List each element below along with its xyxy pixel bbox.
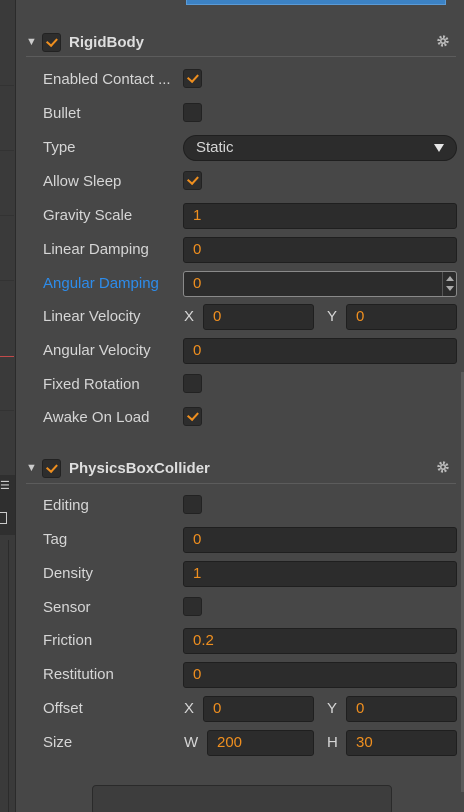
linear-velocity-y-label: Y <box>327 308 338 325</box>
size-w-input[interactable]: 200 <box>207 730 314 756</box>
row-offset: Offset X 0 Y 0 <box>43 692 463 726</box>
size-w-label: W <box>184 734 199 751</box>
row-angular-velocity: Angular Velocity 0 <box>43 334 463 368</box>
tag-label: Tag <box>43 531 68 548</box>
angular-velocity-label: Angular Velocity <box>43 342 151 359</box>
restitution-input[interactable]: 0 <box>183 662 457 688</box>
strip-line <box>0 280 14 281</box>
row-sensor: Sensor <box>43 591 463 625</box>
add-component-button[interactable] <box>92 785 392 812</box>
angular-velocity-input[interactable]: 0 <box>183 338 457 364</box>
stepper-up-icon[interactable] <box>446 276 454 281</box>
row-density: Density 1 <box>43 557 463 591</box>
section-separator <box>26 483 456 484</box>
linear-velocity-x-input[interactable]: 0 <box>203 304 314 330</box>
strip-line <box>0 215 14 216</box>
row-angular-damping: Angular Damping 0 <box>43 267 463 301</box>
stepper-down-icon[interactable] <box>446 286 454 291</box>
strip-line <box>0 150 14 151</box>
row-type: Type Static <box>43 131 463 165</box>
friction-label: Friction <box>43 632 93 649</box>
density-input[interactable]: 1 <box>183 561 457 587</box>
menu-icon[interactable]: ☰ <box>0 481 10 492</box>
allow-sleep-checkbox[interactable] <box>183 171 202 190</box>
physicsbox-title: PhysicsBoxCollider <box>69 459 210 477</box>
number-stepper[interactable] <box>442 272 456 296</box>
bullet-checkbox[interactable] <box>183 103 202 122</box>
row-size: Size W 200 H 30 <box>43 726 463 760</box>
rigidbody-header[interactable]: ▼ RigidBody <box>26 29 456 55</box>
type-select[interactable]: Static <box>183 135 457 161</box>
row-tag: Tag 0 <box>43 523 463 557</box>
offset-y-label: Y <box>327 700 338 717</box>
row-linear-damping: Linear Damping 0 <box>43 233 463 267</box>
rigidbody-title: RigidBody <box>69 33 144 51</box>
offset-y-input[interactable]: 0 <box>346 696 457 722</box>
left-panel-strip: ☰ <box>0 0 16 812</box>
restitution-label: Restitution <box>43 666 114 683</box>
sensor-checkbox[interactable] <box>183 597 202 616</box>
gravity-scale-input[interactable]: 1 <box>183 203 457 229</box>
row-enabled-contact: Enabled Contact ... <box>43 63 463 97</box>
section-separator <box>26 56 456 57</box>
gear-icon[interactable] <box>436 34 450 48</box>
editing-checkbox[interactable] <box>183 495 202 514</box>
strip-line <box>0 410 14 411</box>
fixed-rotation-label: Fixed Rotation <box>43 376 140 393</box>
linear-damping-label: Linear Damping <box>43 241 149 258</box>
awake-on-load-label: Awake On Load <box>43 409 150 426</box>
selected-field-top[interactable] <box>186 0 446 5</box>
row-awake-on-load: Awake On Load <box>43 401 463 435</box>
density-label: Density <box>43 565 94 582</box>
physicsbox-header[interactable]: ▼ PhysicsBoxCollider <box>26 455 456 481</box>
linear-velocity-label: Linear Velocity <box>43 308 141 325</box>
fixed-rotation-checkbox[interactable] <box>183 374 202 393</box>
enabled-contact-checkbox[interactable] <box>183 69 202 88</box>
row-friction: Friction 0.2 <box>43 624 463 658</box>
bullet-label: Bullet <box>43 105 81 122</box>
size-h-label: H <box>327 734 338 751</box>
tag-input[interactable]: 0 <box>183 527 457 553</box>
row-restitution: Restitution 0 <box>43 658 463 692</box>
row-gravity-scale: Gravity Scale 1 <box>43 199 463 233</box>
strip-line <box>0 85 14 86</box>
type-select-value: Static <box>196 139 234 156</box>
triangle-down-icon[interactable]: ▼ <box>26 36 40 48</box>
offset-label: Offset <box>43 700 83 717</box>
angular-damping-input[interactable]: 0 <box>183 271 457 297</box>
angular-damping-value: 0 <box>193 275 202 292</box>
box-icon[interactable] <box>0 512 7 524</box>
strip-red-line <box>0 356 14 357</box>
type-label: Type <box>43 139 76 156</box>
row-fixed-rotation: Fixed Rotation <box>43 368 463 402</box>
gravity-scale-label: Gravity Scale <box>43 207 133 224</box>
angular-damping-label: Angular Damping <box>43 275 159 292</box>
chevron-down-icon <box>434 144 444 152</box>
size-h-input[interactable]: 30 <box>346 730 457 756</box>
linear-damping-input[interactable]: 0 <box>183 237 457 263</box>
physicsbox-enabled-checkbox[interactable] <box>42 458 61 478</box>
triangle-down-icon[interactable]: ▼ <box>26 462 40 474</box>
allow-sleep-label: Allow Sleep <box>43 173 122 190</box>
inspector-panel: ▼ RigidBody Enabled Contact ... Bullet T… <box>16 0 464 812</box>
enabled-contact-label: Enabled Contact ... <box>43 71 171 88</box>
rigidbody-enabled-checkbox[interactable] <box>42 32 61 52</box>
gear-icon[interactable] <box>436 460 450 474</box>
awake-on-load-checkbox[interactable] <box>183 407 202 426</box>
linear-velocity-y-input[interactable]: 0 <box>346 304 457 330</box>
strip-divider <box>8 540 9 812</box>
row-linear-velocity: Linear Velocity X 0 Y 0 <box>43 300 463 334</box>
row-allow-sleep: Allow Sleep <box>43 165 463 199</box>
offset-x-label: X <box>184 700 195 717</box>
linear-velocity-x-label: X <box>184 308 195 325</box>
offset-x-input[interactable]: 0 <box>203 696 314 722</box>
editing-label: Editing <box>43 497 89 514</box>
friction-input[interactable]: 0.2 <box>183 628 457 654</box>
sensor-label: Sensor <box>43 599 91 616</box>
size-label: Size <box>43 734 73 751</box>
row-bullet: Bullet <box>43 97 463 131</box>
row-editing: Editing <box>43 489 463 523</box>
